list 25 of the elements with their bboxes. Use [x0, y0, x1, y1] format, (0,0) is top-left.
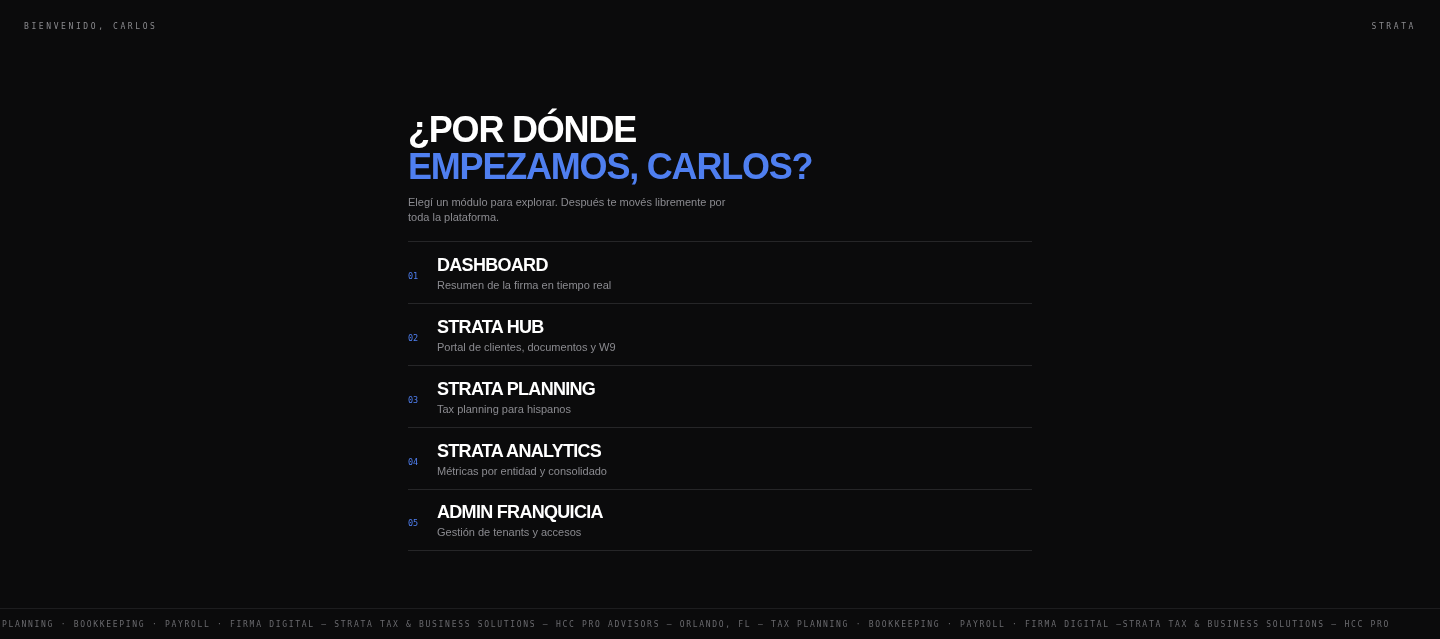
module-item[interactable]: 04 STRATA ANALYTICS Métricas por entidad y consolidado	[408, 427, 1032, 489]
subtitle-text: Elegí un módulo para explorar. Después te movés libremente por toda la plataforma.	[408, 195, 727, 225]
ticker-text: PLANNING · BOOKKEEPING · PAYROLL · FIRMA DIGITAL — STRATA TAX & BUSINESS SOLUTIONS — HCC PRO ADVISORS — ORLANDO, FL — TAX PLANNING · BOOKKEEPING · PAYROLL · FIRMA DIGITAL —STRATA TAX & BUSINESS SOLUTIONS — HCC PRO	[1, 619, 1390, 629]
module-number: 03	[408, 393, 420, 405]
module-title: ADMIN FRANQUICIA	[437, 502, 603, 523]
module-item[interactable]: 03 STRATA PLANNING Tax planning para hispanos	[408, 365, 1032, 427]
module-number: 04	[408, 455, 420, 467]
module-description: Gestión de tenants y accesos	[437, 526, 582, 538]
module-description: Resumen de la firma en tiempo real	[437, 278, 612, 291]
module-item[interactable]: 02 STRATA HUB Portal de clientes, documentos y W9	[408, 303, 1032, 365]
module-title: STRATA HUB	[437, 316, 544, 338]
module-number: 05	[408, 517, 420, 528]
module-item[interactable]: 05 ADMIN FRANQUICIA Gestión de tenants y accesos	[408, 489, 1032, 551]
module-title: DASHBOARD	[437, 254, 548, 276]
module-item[interactable]: 01 DASHBOARD Resumen de la firma en tiempo real	[408, 241, 1032, 303]
module-description: Tax planning para hispanos	[437, 402, 571, 415]
module-number: 01	[408, 269, 420, 281]
module-number: 02	[408, 331, 420, 343]
module-description: Métricas por entidad y consolidado	[437, 464, 607, 477]
module-description: Portal de clientes, documentos y W9	[437, 340, 616, 353]
module-title: STRATA PLANNING	[437, 378, 596, 400]
brand-text: STRATA	[1371, 22, 1416, 31]
greeting-text: BIENVENIDO, CARLOS	[24, 22, 158, 31]
page-heading-highlight: EMPEZAMOS, CARLOS?	[408, 148, 813, 185]
module-title: STRATA ANALYTICS	[437, 440, 602, 462]
